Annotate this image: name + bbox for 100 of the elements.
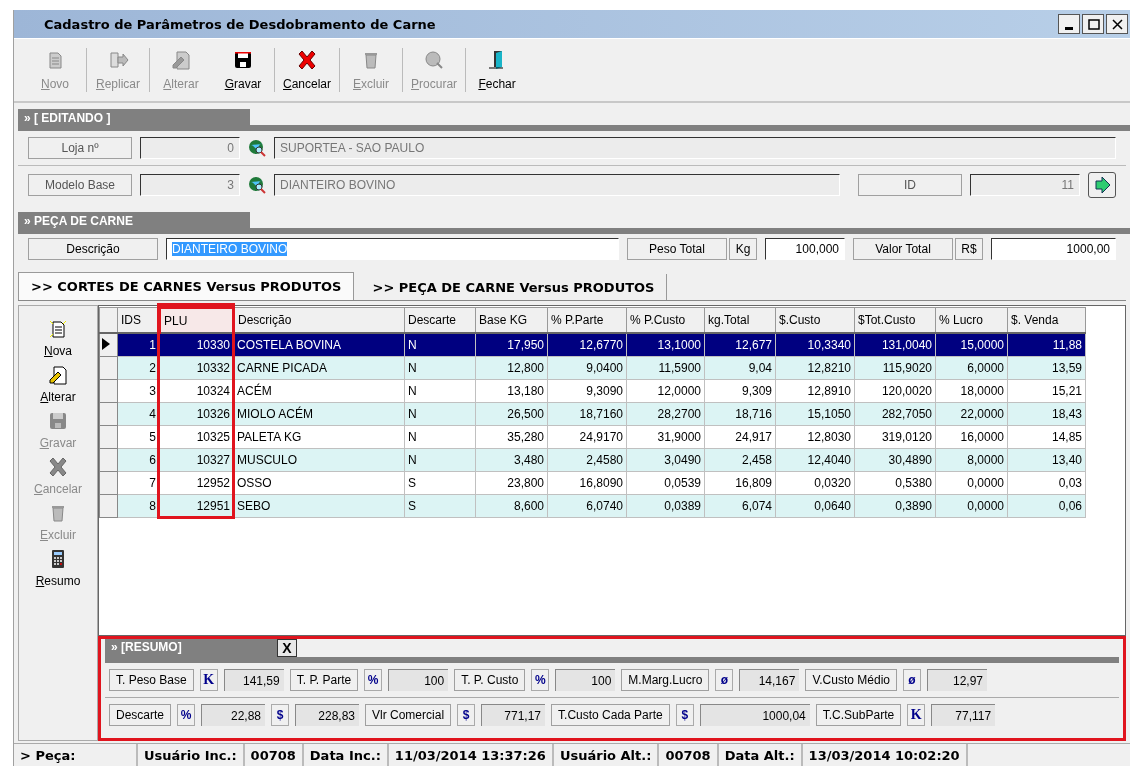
- field-label: Loja nº: [28, 137, 132, 159]
- edit-document-icon: [170, 49, 192, 71]
- field-label: ID: [858, 174, 962, 196]
- field-label: T. Peso Base: [109, 669, 194, 691]
- column-header[interactable]: $.Custo: [775, 307, 855, 333]
- table-cell: CARNE PICADA: [233, 356, 405, 380]
- field-label: Valor Total: [853, 238, 953, 260]
- column-header[interactable]: IDS: [117, 307, 160, 333]
- toolbar-button[interactable]: Fechar: [466, 49, 529, 91]
- field-label: Modelo Base: [28, 174, 132, 196]
- edit-document-icon: [47, 364, 69, 386]
- close-button[interactable]: X: [277, 639, 297, 657]
- field-label: Peso Total: [627, 238, 727, 260]
- toolbar-button[interactable]: Cancelar: [275, 49, 340, 91]
- summary-value: 100: [555, 669, 616, 691]
- column-header[interactable]: $Tot.Custo: [854, 307, 936, 333]
- document-arrow-icon: [107, 49, 129, 71]
- column-header[interactable]: kg.Total: [704, 307, 776, 333]
- status-label: Data Alt.:: [718, 744, 803, 766]
- globe-search-icon[interactable]: [248, 176, 266, 194]
- table-cell: OSSO: [233, 471, 405, 495]
- status-label: > Peça:: [14, 744, 138, 766]
- unit-label: %: [364, 669, 383, 691]
- unit-label: K: [907, 704, 926, 726]
- table-cell: SEBO: [233, 494, 405, 518]
- id-field[interactable]: 11: [970, 174, 1080, 196]
- arrow-right-icon: [1093, 176, 1111, 194]
- corner-cell: [99, 307, 118, 333]
- table-cell: PALETA KG: [233, 425, 405, 449]
- cross-icon: [296, 49, 318, 71]
- close-button[interactable]: [1106, 14, 1128, 34]
- model-code-field[interactable]: 3: [140, 174, 240, 196]
- summary-value: 228,83: [295, 704, 360, 726]
- field-label: T. P. Parte: [289, 669, 359, 691]
- status-value: 13/03/2014 10:02:20: [802, 744, 968, 766]
- unit-label: K: [199, 669, 218, 691]
- unit-label: $: [271, 704, 290, 726]
- table-cell: MIOLO ACÉM: [233, 402, 405, 426]
- next-button[interactable]: [1088, 172, 1116, 198]
- tab[interactable]: >> CORTES DE CARNES Versus PRODUTOS: [18, 272, 355, 300]
- summary-value: 141,59: [223, 669, 284, 691]
- status-label: Usuário Inc.:: [138, 744, 245, 766]
- value-field[interactable]: 1000,00: [991, 238, 1116, 260]
- field-label: Vlr Comercial: [365, 704, 452, 726]
- field-label: T. P. Custo: [454, 669, 526, 691]
- status-label: Data Inc.:: [303, 744, 389, 766]
- summary-value: 77,117: [931, 704, 996, 726]
- field-label: M.Marg.Lucro: [621, 669, 710, 691]
- column-header[interactable]: Base KG: [475, 307, 548, 333]
- status-label: Usuário Alt.:: [553, 744, 660, 766]
- unit-label: $: [675, 704, 694, 726]
- window-title: Cadastro de Parâmetros de Desdobramento de Carne: [44, 16, 436, 32]
- summary-value: 100: [388, 669, 449, 691]
- unit-label: $: [457, 704, 476, 726]
- weight-field[interactable]: 100,000: [765, 238, 845, 260]
- column-header[interactable]: Descrição: [233, 307, 405, 333]
- pointer-icon: [101, 336, 111, 351]
- panel-title: » [RESUMO]: [105, 639, 277, 657]
- summary-value: 1000,04: [699, 704, 810, 726]
- minimize-button[interactable]: [1058, 14, 1080, 34]
- status-value: 11/03/2014 13:37:26: [388, 744, 554, 766]
- table-cell: COSTELA BOVINA: [233, 333, 405, 357]
- side-action-button[interactable]: Alterar: [40, 362, 76, 406]
- unit-label: ø: [903, 669, 921, 691]
- toolbar-button[interactable]: Gravar: [212, 49, 274, 91]
- column-header[interactable]: Descarte: [404, 307, 476, 333]
- cross-icon: [47, 456, 69, 478]
- column-header[interactable]: $. Venda: [1007, 307, 1086, 333]
- unit-label: ø: [715, 669, 734, 691]
- store-name-field[interactable]: SUPORTEA - SAO PAULO: [274, 137, 1116, 159]
- unit-label: R$: [955, 238, 983, 260]
- minimize-icon: [1065, 26, 1073, 30]
- new-document-icon: [47, 318, 69, 340]
- side-action-button[interactable]: Nova: [44, 316, 72, 360]
- summary-value: 22,88: [201, 704, 266, 726]
- store-code-field[interactable]: 0: [140, 137, 240, 159]
- column-header[interactable]: % Lucro: [935, 307, 1008, 333]
- side-action-button[interactable]: Resumo: [35, 546, 81, 590]
- close-icon: [1109, 16, 1125, 32]
- unit-label: Kg: [729, 238, 757, 260]
- column-header[interactable]: PLU: [159, 307, 234, 333]
- summary-value: 14,167: [739, 669, 800, 691]
- unit-label: %: [177, 704, 196, 726]
- row-indicator[interactable]: [99, 333, 118, 357]
- maximize-icon: [1085, 16, 1101, 32]
- column-header[interactable]: % P.Custo: [626, 307, 705, 333]
- globe-search-icon[interactable]: [248, 139, 266, 157]
- summary-value: 12,97: [927, 669, 987, 691]
- summary-value: 771,17: [481, 704, 546, 726]
- column-header[interactable]: % P.Parte: [547, 307, 627, 333]
- table-cell: MUSCULO: [233, 448, 405, 472]
- table-cell: ACÉM: [233, 379, 405, 403]
- model-name-field[interactable]: DIANTEIRO BOVINO: [274, 174, 840, 196]
- maximize-button[interactable]: [1082, 14, 1104, 34]
- status-value: 00708: [659, 744, 719, 766]
- field-label: T.C.SubParte: [815, 704, 902, 726]
- field-label: Descrição: [28, 238, 158, 260]
- field-label: Descarte: [109, 704, 172, 726]
- field-label: T.Custo Cada Parte: [551, 704, 670, 726]
- field-label: V.Custo Médio: [805, 669, 897, 691]
